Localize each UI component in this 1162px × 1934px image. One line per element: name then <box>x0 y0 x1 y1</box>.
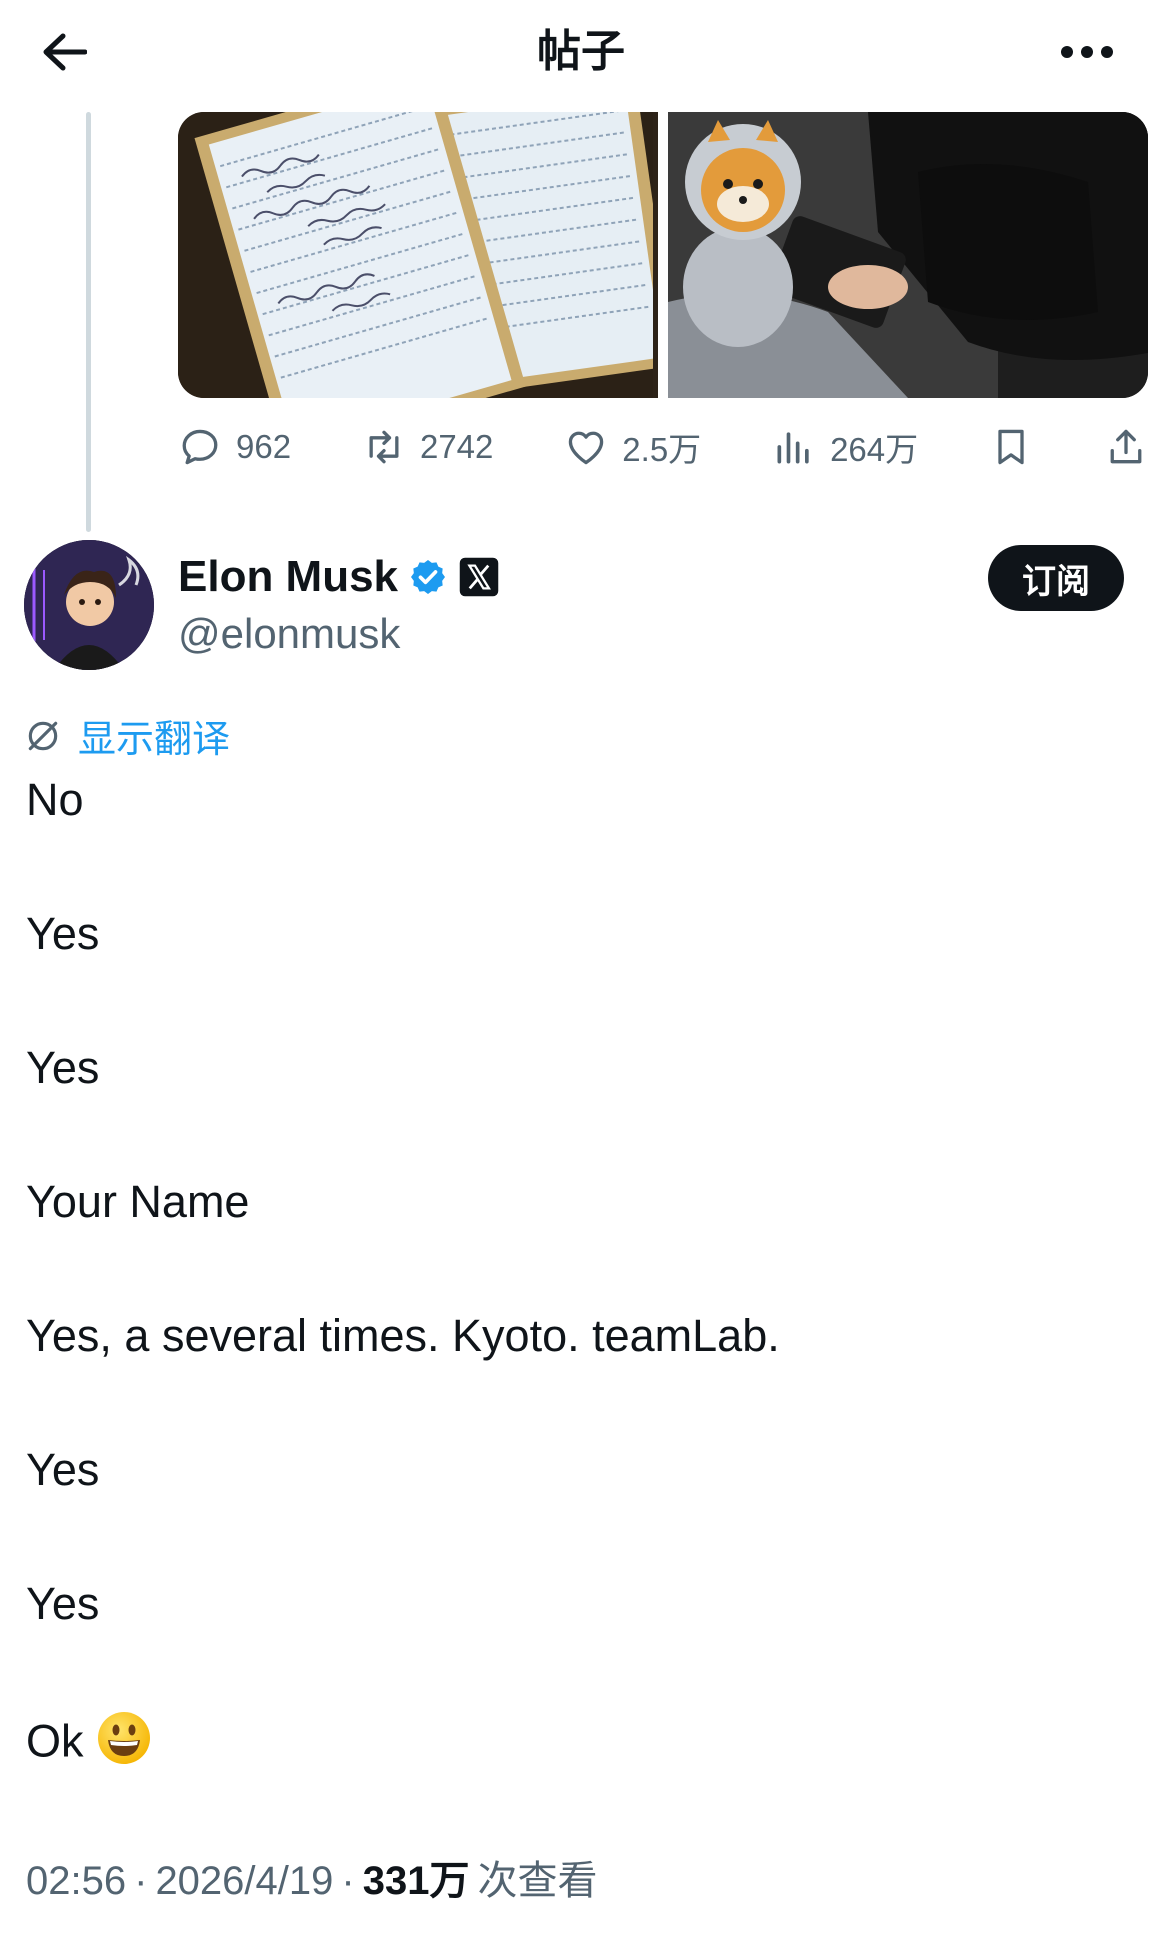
x-affiliate-badge-icon <box>458 556 500 598</box>
author-name-row[interactable]: Elon Musk <box>178 552 500 602</box>
avatar[interactable] <box>24 540 154 670</box>
verified-badge-icon <box>408 557 448 597</box>
repost-icon <box>369 430 399 464</box>
author-handle[interactable]: @elonmusk <box>178 610 400 658</box>
more-options-button[interactable] <box>1052 22 1122 82</box>
grinning-face-emoji-icon <box>96 1710 152 1779</box>
tweet-line: Yes <box>26 1578 100 1629</box>
tweet-line: Yes, a several times. Kyoto. teamLab. <box>26 1310 780 1361</box>
view-count: 264万 <box>830 431 919 468</box>
translate-icon <box>28 721 58 750</box>
post-meta: 02:56 · 2026/4/19 · 331万 次查看 <box>26 1848 597 1906</box>
tweet-line: Yes <box>26 1042 100 1093</box>
post-time: 02:56 <box>26 1859 127 1903</box>
like-button[interactable]: 2.5万 <box>564 423 701 471</box>
avatar-illustration <box>24 540 154 670</box>
show-translation-label: 显示翻译 <box>78 717 231 761</box>
page-title: 帖子 <box>537 26 625 77</box>
post-view-count[interactable]: 331万 <box>363 1848 470 1906</box>
meta-separator: · <box>341 1859 355 1903</box>
media-image-handwritten-notes[interactable] <box>178 112 658 398</box>
share-button[interactable] <box>1104 425 1148 469</box>
repost-button[interactable]: 2742 <box>362 425 493 469</box>
more-horizontal-icon <box>1061 46 1113 58</box>
notes-illustration <box>178 112 658 398</box>
bookmark-icon <box>998 429 1024 465</box>
meta-separator: · <box>134 1859 148 1903</box>
reply-icon <box>182 429 218 465</box>
heart-icon <box>569 431 604 465</box>
media-image-plush-toy[interactable] <box>668 112 1148 398</box>
tweet-text: No Yes Yes Your Name Yes, a several time… <box>26 772 1126 1844</box>
show-translation-link[interactable]: 显示翻译 <box>24 708 230 763</box>
reply-button[interactable]: 962 <box>178 425 291 469</box>
tweet-line: Yes <box>26 908 100 959</box>
bar-chart-icon <box>777 432 809 464</box>
share-icon <box>1110 429 1142 464</box>
subscribe-button[interactable]: 订阅 <box>988 545 1124 611</box>
tweet-line-last: Ok <box>26 1710 1126 1766</box>
tweet-line: No <box>26 774 84 825</box>
plush-illustration <box>668 112 1148 398</box>
post-actions-bar: 962 2742 2.5万 264万 <box>178 412 1148 482</box>
post-date: 2026/4/19 <box>155 1859 334 1903</box>
views-button[interactable]: 264万 <box>772 423 918 471</box>
post-view-suffix: 次查看 <box>477 1859 598 1903</box>
tweet-line: Yes <box>26 1444 100 1495</box>
thread-connector-line <box>86 112 91 532</box>
bookmark-button[interactable] <box>989 425 1033 469</box>
repost-count: 2742 <box>419 428 494 465</box>
media-grid <box>178 112 1148 398</box>
like-count: 2.5万 <box>622 431 702 468</box>
tweet-line: Your Name <box>26 1176 250 1227</box>
tweet-line-text: Ok <box>26 1715 84 1767</box>
reply-count: 962 <box>236 428 292 465</box>
author-name: Elon Musk <box>178 552 399 601</box>
